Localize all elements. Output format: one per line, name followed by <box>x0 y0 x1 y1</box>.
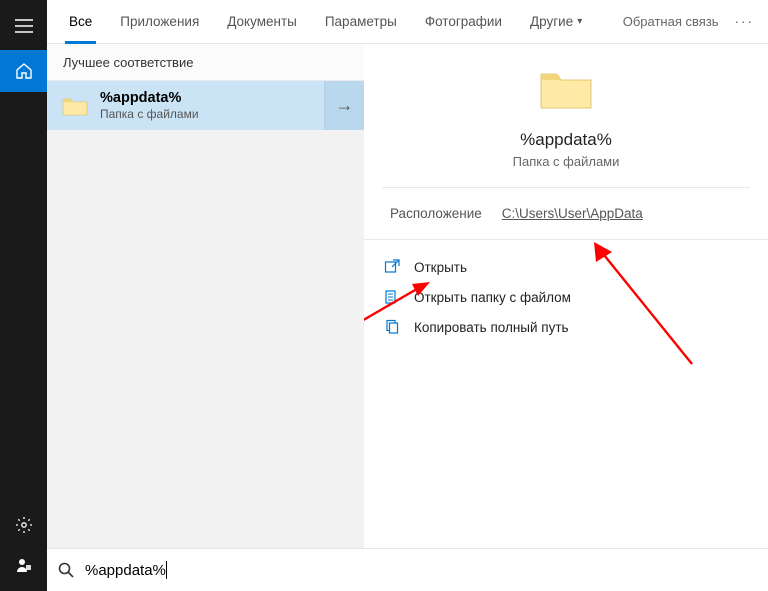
settings-icon[interactable] <box>0 505 47 545</box>
preview-subtitle: Папка с файлами <box>513 154 620 169</box>
action-label: Открыть папку с файлом <box>414 290 571 305</box>
action-label: Открыть <box>414 260 467 275</box>
tab-more[interactable]: Другие ▾ <box>516 0 596 44</box>
action-open[interactable]: Открыть <box>372 252 760 282</box>
tab-label: Фотографии <box>425 14 502 29</box>
results-section-header: Лучшее соответствие <box>47 44 364 81</box>
result-item: %appdata% Папка с файлами → <box>47 81 364 130</box>
results-column: Лучшее соответствие %appdata% Папка с фа… <box>47 44 364 548</box>
action-copy-path[interactable]: Копировать полный путь <box>372 312 760 342</box>
search-input-value[interactable]: %appdata% <box>85 562 166 579</box>
tab-label: Все <box>69 14 92 29</box>
folder-icon <box>62 95 88 117</box>
preview-title: %appdata% <box>520 130 612 150</box>
location-label: Расположение <box>390 206 482 221</box>
content-area: Лучшее соответствие %appdata% Папка с фа… <box>47 44 768 548</box>
main-panel: Все Приложения Документы Параметры Фотог… <box>47 0 768 591</box>
result-item-text: %appdata% Папка с файлами <box>100 89 199 122</box>
arrow-right-icon: → <box>336 95 354 116</box>
expand-arrow-button[interactable]: → <box>324 81 364 130</box>
tabs-row: Все Приложения Документы Параметры Фотог… <box>47 0 768 44</box>
search-icon <box>57 561 75 579</box>
location-path[interactable]: C:\Users\User\AppData <box>502 206 643 221</box>
tab-label: Параметры <box>325 14 397 29</box>
copy-icon <box>384 319 400 335</box>
action-label: Копировать полный путь <box>414 320 569 335</box>
left-rail <box>0 0 47 591</box>
result-item-main[interactable]: %appdata% Папка с файлами <box>47 89 324 122</box>
open-folder-icon <box>384 289 400 305</box>
result-item-subtitle: Папка с файлами <box>100 107 199 122</box>
hamburger-icon[interactable] <box>0 6 47 46</box>
home-icon[interactable] <box>0 50 47 92</box>
search-row: %appdata% <box>47 548 768 591</box>
more-options-icon[interactable]: ··· <box>729 14 761 29</box>
tab-all[interactable]: Все <box>55 0 106 44</box>
preview-hero: %appdata% Папка с файлами <box>382 66 750 188</box>
tab-settings[interactable]: Параметры <box>311 0 411 44</box>
tab-photos[interactable]: Фотографии <box>411 0 516 44</box>
action-open-folder[interactable]: Открыть папку с файлом <box>372 282 760 312</box>
tab-label: Приложения <box>120 14 199 29</box>
open-icon <box>384 259 400 275</box>
account-icon[interactable] <box>0 545 47 585</box>
folder-icon <box>539 66 593 130</box>
tab-label: Документы <box>227 14 297 29</box>
feedback-link[interactable]: Обратная связь <box>613 14 729 29</box>
feedback-label: Обратная связь <box>623 14 719 29</box>
tab-apps[interactable]: Приложения <box>106 0 213 44</box>
tab-label: Другие <box>530 14 573 29</box>
preview-column: %appdata% Папка с файлами Расположение C… <box>364 44 768 548</box>
tab-documents[interactable]: Документы <box>213 0 311 44</box>
location-row: Расположение C:\Users\User\AppData <box>364 188 768 240</box>
text-caret <box>166 561 167 579</box>
actions-list: Открыть Открыть папку с файлом Копироват… <box>364 240 768 354</box>
chevron-down-icon: ▾ <box>577 16 582 27</box>
result-item-title: %appdata% <box>100 89 199 107</box>
